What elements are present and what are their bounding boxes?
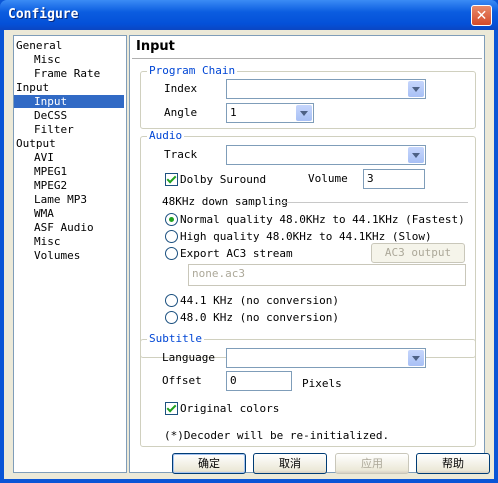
dialog-client-area: General Misc Frame Rate Input Input DeCSS Filt… xyxy=(4,30,494,479)
track-label: Track xyxy=(164,148,198,161)
track-select[interactable] xyxy=(226,145,426,165)
tree-item[interactable]: Output xyxy=(16,137,56,150)
offset-label: Offset xyxy=(162,374,202,387)
pixels-label: Pixels xyxy=(302,377,342,390)
dolby-label[interactable]: Dolby Suround xyxy=(180,173,266,187)
audio-label: Audio xyxy=(147,129,185,142)
tree-item[interactable]: Misc xyxy=(34,235,61,248)
chevron-down-icon[interactable] xyxy=(408,147,424,163)
chevron-down-icon[interactable] xyxy=(296,105,312,121)
tree-item[interactable]: General xyxy=(16,39,62,52)
tree-item[interactable]: Misc xyxy=(34,53,61,66)
angle-label: Angle xyxy=(164,106,198,119)
dolby-checkbox[interactable] xyxy=(165,173,178,186)
tree-item[interactable]: WMA xyxy=(34,207,54,220)
tree-item[interactable]: Input xyxy=(14,95,124,108)
downsampling-label: 48KHz down sampling xyxy=(162,195,288,208)
index-select[interactable] xyxy=(226,79,426,99)
offset-field[interactable]: 0 xyxy=(226,371,292,391)
configure-window: Configure ✕ General Misc Frame Rate Input In… xyxy=(0,0,498,483)
tree-item[interactable]: Lame MP3 xyxy=(34,193,87,206)
title-bar[interactable]: Configure ✕ xyxy=(0,0,498,30)
volume-label: Volume xyxy=(308,172,348,185)
tree-item[interactable]: Filter xyxy=(34,123,74,136)
khz441-radio[interactable] xyxy=(165,294,178,307)
chevron-down-icon[interactable] xyxy=(408,350,424,366)
program-chain-label: Program Chain xyxy=(147,64,238,77)
tree-item[interactable]: Input xyxy=(16,81,49,94)
volume-field-value: 3 xyxy=(367,172,374,185)
title-divider xyxy=(132,58,482,59)
export-ac3-label[interactable]: Export AC3 stream xyxy=(180,247,293,261)
normal-quality-radio[interactable] xyxy=(165,213,178,226)
language-label: Language xyxy=(162,351,215,364)
chevron-down-icon[interactable] xyxy=(408,81,424,97)
tree-item[interactable]: DeCSS xyxy=(34,109,67,122)
tree-item[interactable]: MPEG1 xyxy=(34,165,67,178)
reinit-note: (*)Decoder will be re-initialized. xyxy=(164,429,390,442)
index-label: Index xyxy=(164,82,198,95)
language-select[interactable] xyxy=(226,348,426,368)
khz480-label[interactable]: 48.0 KHz (no conversion) xyxy=(180,311,339,325)
volume-field[interactable]: 3 xyxy=(363,169,425,189)
subtitle-label: Subtitle xyxy=(147,332,204,345)
tree-item[interactable]: AVI xyxy=(34,151,54,164)
angle-select[interactable]: 1 xyxy=(226,103,314,123)
ok-button[interactable]: 确定 xyxy=(172,453,246,474)
close-icon[interactable]: ✕ xyxy=(471,5,492,26)
tree-item[interactable]: ASF Audio xyxy=(34,221,94,234)
settings-panel: Input Program Chain Index Angle 1 Audio … xyxy=(129,35,485,473)
high-quality-radio[interactable] xyxy=(165,230,178,243)
angle-select-value: 1 xyxy=(230,106,237,119)
original-colors-checkbox[interactable] xyxy=(165,402,178,415)
tree-item[interactable]: Volumes xyxy=(34,249,80,262)
export-ac3-radio[interactable] xyxy=(165,247,178,260)
window-title: Configure xyxy=(8,7,79,22)
ac3-output-button[interactable]: AC3 output xyxy=(371,243,465,263)
original-colors-label[interactable]: Original colors xyxy=(180,402,279,416)
tree-item[interactable]: Frame Rate xyxy=(34,67,100,80)
high-quality-label[interactable]: High quality 48.0KHz to 44.1KHz (Slow) xyxy=(180,230,432,244)
tree-item[interactable]: MPEG2 xyxy=(34,179,67,192)
offset-field-value: 0 xyxy=(230,374,237,387)
khz480-radio[interactable] xyxy=(165,311,178,324)
downsampling-divider xyxy=(278,202,468,203)
settings-tree[interactable]: General Misc Frame Rate Input Input DeCSS Filt… xyxy=(13,35,127,473)
page-title: Input xyxy=(136,39,175,54)
khz441-label[interactable]: 44.1 KHz (no conversion) xyxy=(180,294,339,308)
ac3-file-field[interactable]: none.ac3 xyxy=(188,264,466,286)
cancel-button[interactable]: 取消 xyxy=(253,453,327,474)
apply-button[interactable]: 应用 xyxy=(335,453,409,474)
normal-quality-label[interactable]: Normal quality 48.0KHz to 44.1KHz (Faste… xyxy=(180,213,465,227)
ac3-file-value: none.ac3 xyxy=(192,267,245,280)
help-button[interactable]: 帮助 xyxy=(416,453,490,474)
